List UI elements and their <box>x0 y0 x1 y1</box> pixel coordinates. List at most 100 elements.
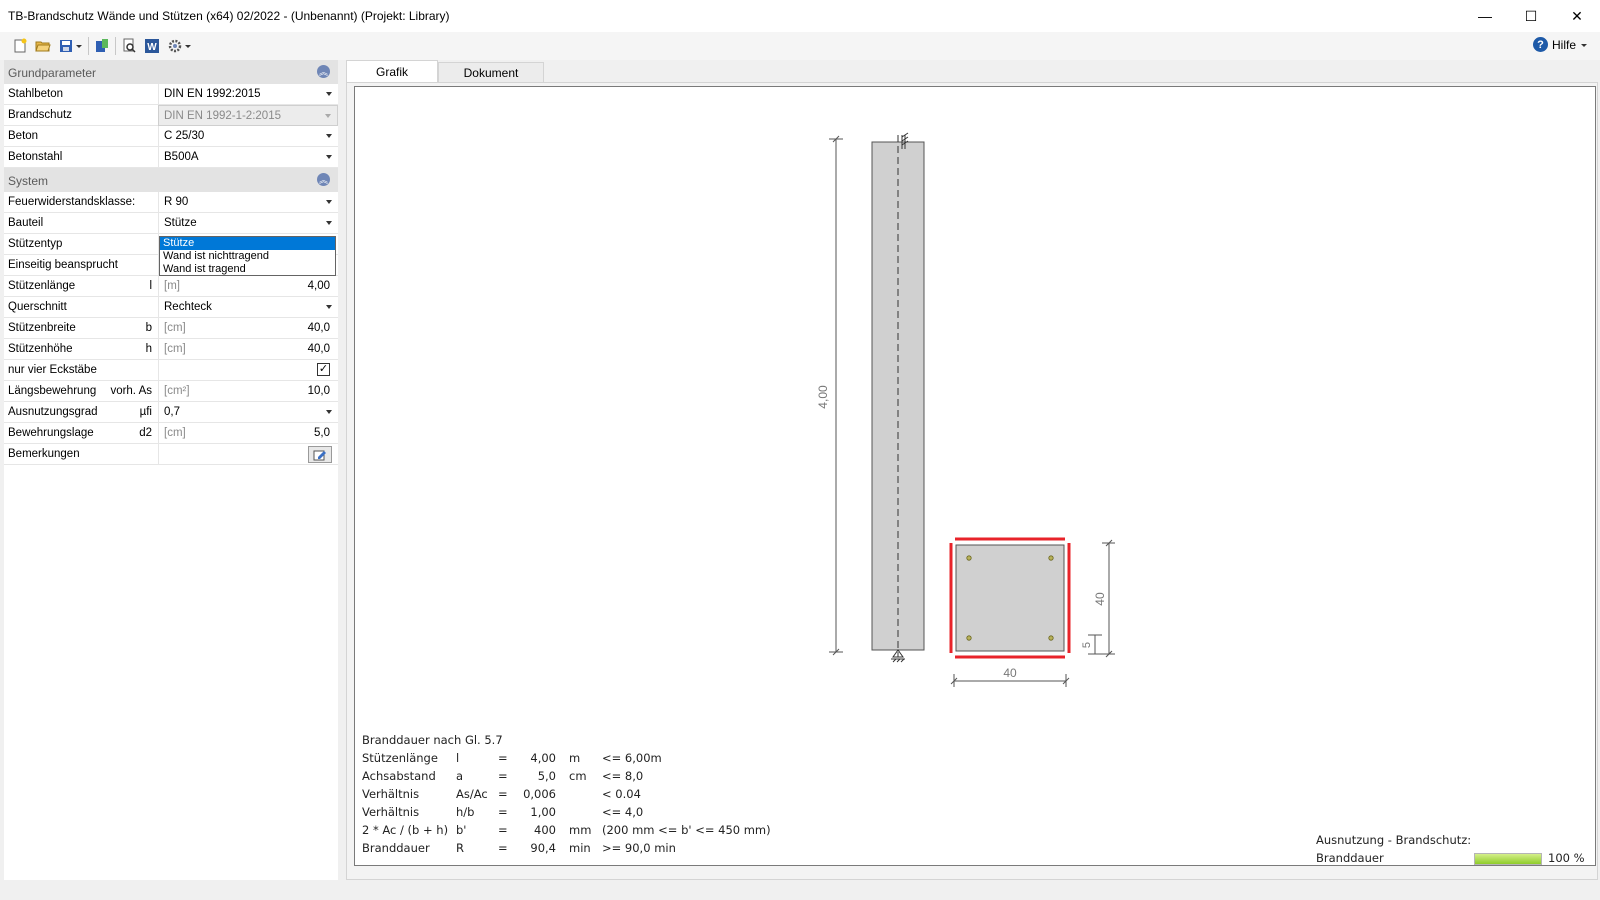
edit-notes-button[interactable] <box>308 446 332 463</box>
row-label: Ausnutzungsgrad <box>8 406 98 418</box>
row-bewehrungslage[interactable]: Bewehrungslage d2 [cm] 5,0 <box>4 423 338 444</box>
parameter-panel: Grundparameter ︽ Stahlbeton DIN EN 1992:… <box>4 60 338 880</box>
stuetzenhoehe-input[interactable]: [cm] 40,0 <box>158 339 338 360</box>
row-label: Feuerwiderstandsklasse: <box>8 196 136 208</box>
row-laengsbewehrung[interactable]: Längsbewehrung vorh. As [cm²] 10,0 <box>4 381 338 402</box>
row-value: B500A <box>164 151 199 163</box>
row-value: 40,0 <box>307 322 330 334</box>
result-condition: <= 8,0 <box>602 769 644 783</box>
cross-section <box>955 544 1065 652</box>
save-icon[interactable] <box>56 36 76 56</box>
minimize-button[interactable]: — <box>1462 0 1508 32</box>
tab-grafik[interactable]: Grafik <box>346 60 438 83</box>
result-eq: = <box>498 769 508 783</box>
result-eq: = <box>498 823 508 837</box>
toolbar-separator <box>88 37 89 55</box>
dropdown-option-wand-tragend[interactable]: Wand ist tragend <box>160 263 335 276</box>
betonstahl-select[interactable]: B500A <box>158 147 338 168</box>
row-querschnitt[interactable]: Querschnitt Rechteck <box>4 297 338 318</box>
row-symbol: µfi <box>139 406 152 418</box>
laengsbewehrung-input[interactable]: [cm²] 10,0 <box>158 381 338 402</box>
save-dropdown-icon[interactable] <box>74 36 84 56</box>
row-feuerwiderstandsklasse[interactable]: Feuerwiderstandsklasse: R 90 <box>4 192 338 213</box>
row-label: Querschnitt <box>8 301 67 313</box>
edit-icon <box>313 450 326 460</box>
close-button[interactable]: ✕ <box>1554 0 1600 32</box>
stahlbeton-select[interactable]: DIN EN 1992:2015 <box>158 84 338 105</box>
eckstaebe-checkbox[interactable]: ✓ <box>317 363 330 376</box>
bauteil-select[interactable]: Stütze <box>158 213 338 234</box>
result-unit: m <box>569 751 581 765</box>
height-dimension-label: 40 <box>1093 592 1107 606</box>
result-symbol: b' <box>456 823 467 837</box>
row-stuetzenbreite[interactable]: Stützenbreite b [cm] 40,0 <box>4 318 338 339</box>
row-symbol: h <box>145 343 152 355</box>
width-dimension-label: 40 <box>1003 666 1017 680</box>
section-title: Grundparameter <box>8 66 97 80</box>
row-ausnutzungsgrad[interactable]: Ausnutzungsgrad µfi 0,7 <box>4 402 338 423</box>
tab-dokument[interactable]: Dokument <box>438 62 544 82</box>
utilization-bar-fill <box>1475 854 1541 864</box>
section-grundparameter[interactable]: Grundparameter ︽ <box>4 60 338 84</box>
row-symbol: b <box>145 322 152 334</box>
print-preview-icon[interactable] <box>119 36 139 56</box>
chevron-down-icon <box>326 155 332 159</box>
row-stahlbeton[interactable]: Stahlbeton DIN EN 1992:2015 <box>4 84 338 105</box>
result-eq: = <box>498 787 508 801</box>
feuerwiderstandsklasse-select[interactable]: R 90 <box>158 192 338 213</box>
collapse-icon[interactable]: ︽ <box>317 65 330 78</box>
row-unit: [cm] <box>164 322 186 334</box>
row-symbol: d2 <box>139 427 152 439</box>
settings-icon[interactable] <box>165 36 185 56</box>
eckstaebe-cell: ✓ <box>158 360 338 381</box>
result-value: 0,006 <box>523 787 556 801</box>
row-value: Rechteck <box>164 301 212 313</box>
beton-select[interactable]: C 25/30 <box>158 126 338 147</box>
result-name: Branddauer <box>362 841 430 855</box>
row-label: Stützenhöhe <box>8 343 73 355</box>
maximize-button[interactable]: ☐ <box>1508 0 1554 32</box>
result-unit: cm <box>569 769 587 783</box>
result-unit: mm <box>569 823 592 837</box>
row-label: Brandschutz <box>8 109 72 121</box>
results-heading: Branddauer nach Gl. 5.7 <box>362 733 503 747</box>
row-bauteil[interactable]: Bauteil Stütze <box>4 213 338 234</box>
row-bemerkungen[interactable]: Bemerkungen <box>4 444 338 465</box>
row-label: Einseitig beansprucht <box>8 259 118 271</box>
help-menu[interactable]: ? Hilfe <box>1532 37 1588 52</box>
row-stuetzenlaenge[interactable]: Stützenlänge l [m] 4,00 <box>4 276 338 297</box>
dropdown-option-wand-nichttragend[interactable]: Wand ist nichttragend <box>160 250 335 263</box>
result-value: 5,0 <box>537 769 556 783</box>
new-file-icon[interactable] <box>10 36 30 56</box>
stuetzenbreite-input[interactable]: [cm] 40,0 <box>158 318 338 339</box>
help-icon: ? <box>1532 37 1548 52</box>
settings-dropdown-icon[interactable] <box>183 36 193 56</box>
querschnitt-select[interactable]: Rechteck <box>158 297 338 318</box>
export-icon[interactable] <box>92 36 112 56</box>
section-system[interactable]: System ︽ <box>4 168 338 192</box>
row-label: Bauteil <box>8 217 44 229</box>
collapse-icon[interactable]: ︽ <box>317 173 330 186</box>
result-eq: = <box>498 751 508 765</box>
row-nur-vier-eckstaebe[interactable]: nur vier Eckstäbe ✓ <box>4 360 338 381</box>
row-value: 10,0 <box>307 385 330 397</box>
result-row: Verhältnis h/b = 1,00 <= 4,0 <box>362 805 643 823</box>
toolbar: W ? Hilfe <box>0 32 1600 60</box>
row-symbol: l <box>149 280 152 292</box>
word-icon[interactable]: W <box>142 36 162 56</box>
row-label: Stützentyp <box>8 238 63 250</box>
dropdown-option-stuetze[interactable]: Stütze <box>160 237 335 250</box>
bewehrungslage-input[interactable]: [cm] 5,0 <box>158 423 338 444</box>
row-value: 40,0 <box>307 343 330 355</box>
result-name: Achsabstand <box>362 769 436 783</box>
row-beton[interactable]: Beton C 25/30 <box>4 126 338 147</box>
ausnutzungsgrad-select[interactable]: 0,7 <box>158 402 338 423</box>
word-icon-glyph: W <box>147 42 157 53</box>
stuetzenlaenge-input[interactable]: [m] 4,00 <box>158 276 338 297</box>
row-stuetzenhoehe[interactable]: Stützenhöhe h [cm] 40,0 <box>4 339 338 360</box>
result-value: 1,00 <box>530 805 556 819</box>
open-folder-icon[interactable] <box>33 36 53 56</box>
row-label: nur vier Eckstäbe <box>8 364 97 376</box>
row-betonstahl[interactable]: Betonstahl B500A <box>4 147 338 168</box>
chevron-down-icon <box>326 92 332 96</box>
